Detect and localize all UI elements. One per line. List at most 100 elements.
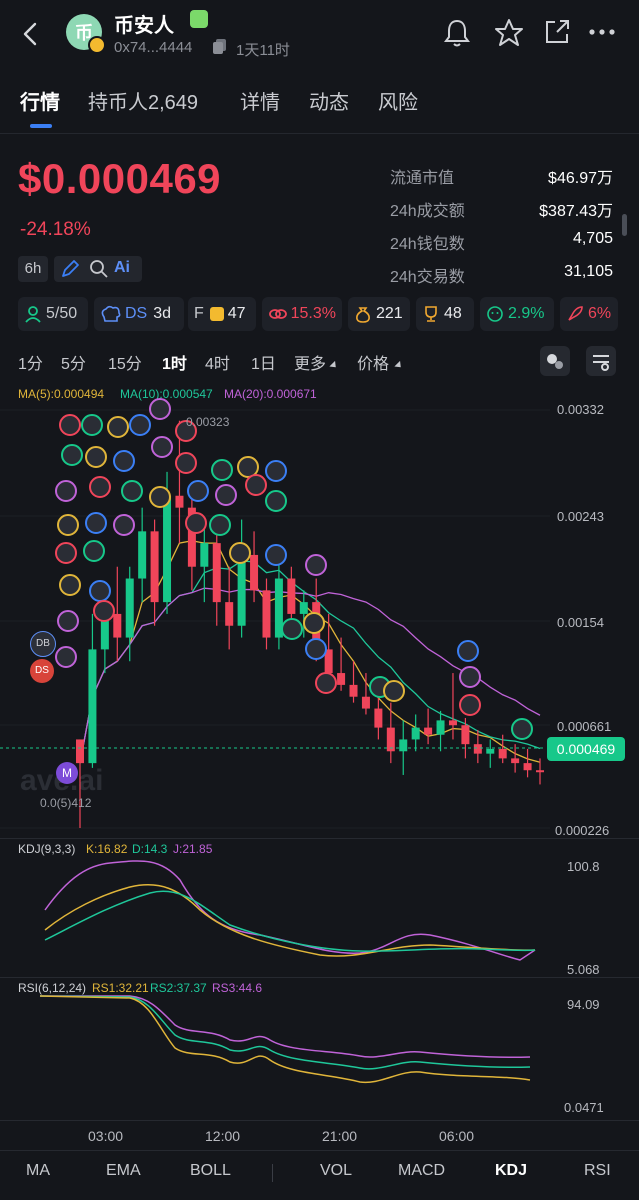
trader-avatar-icon[interactable] bbox=[459, 694, 481, 716]
tf-1m[interactable]: 1分 bbox=[18, 350, 43, 374]
trader-avatar-icon[interactable] bbox=[129, 414, 151, 436]
current-price: $0.000469 bbox=[18, 155, 222, 202]
trader-avatar-icon[interactable] bbox=[459, 666, 481, 688]
trader-avatar-icon[interactable] bbox=[55, 646, 77, 668]
tf-1h[interactable]: 1时 bbox=[162, 350, 187, 374]
trader-avatar-icon[interactable] bbox=[281, 618, 303, 640]
trader-avatar-icon[interactable] bbox=[89, 580, 111, 602]
chip-rocket[interactable]: 6% bbox=[560, 297, 618, 331]
trader-avatar-icon[interactable] bbox=[457, 640, 479, 662]
tf-5m[interactable]: 5分 bbox=[61, 350, 86, 374]
ai-icon[interactable]: Ai bbox=[114, 259, 130, 277]
chip-ds[interactable]: DS 3d bbox=[94, 297, 184, 331]
ind-boll[interactable]: BOLL bbox=[190, 1162, 231, 1180]
trader-avatar-icon[interactable] bbox=[265, 490, 287, 512]
share-icon[interactable] bbox=[543, 18, 571, 46]
trader-avatar-icon[interactable] bbox=[315, 672, 337, 694]
trader-avatar-icon[interactable] bbox=[113, 450, 135, 472]
trader-avatar-icon[interactable] bbox=[229, 542, 251, 564]
chart-settings-button[interactable] bbox=[586, 346, 616, 376]
trader-avatar-icon[interactable] bbox=[149, 486, 171, 508]
candle-body bbox=[374, 708, 383, 728]
star-icon[interactable] bbox=[494, 18, 524, 48]
tab-market[interactable]: 行情 bbox=[20, 86, 60, 115]
trader-avatar-icon[interactable] bbox=[81, 414, 103, 436]
badge-m[interactable]: M bbox=[56, 762, 78, 784]
trader-avatar-icon[interactable] bbox=[211, 459, 233, 481]
chip-sniper[interactable]: 2.9% bbox=[480, 297, 554, 331]
indicator-settings-button[interactable] bbox=[540, 346, 570, 376]
trader-avatar-icon[interactable] bbox=[113, 514, 135, 536]
badge-ds[interactable]: DS bbox=[30, 659, 54, 683]
ind-kdj[interactable]: KDJ bbox=[495, 1162, 527, 1180]
ind-ma[interactable]: MA bbox=[26, 1162, 50, 1180]
trader-avatar-icon[interactable] bbox=[237, 456, 259, 478]
trader-avatar-icon[interactable] bbox=[107, 416, 129, 438]
trader-avatar-icon[interactable] bbox=[245, 474, 267, 496]
chip-coins-value: 221 bbox=[376, 305, 403, 322]
trader-avatar-icon[interactable] bbox=[61, 444, 83, 466]
trader-avatar-icon[interactable] bbox=[59, 574, 81, 596]
trader-avatar-icon[interactable] bbox=[303, 612, 325, 634]
tab-risk[interactable]: 风险 bbox=[378, 86, 418, 115]
tf-price[interactable]: 价格 bbox=[357, 350, 389, 374]
trader-avatar-icon[interactable] bbox=[151, 436, 173, 458]
interval-selector[interactable]: 6h bbox=[18, 256, 48, 282]
time-axis-1: 03:00 bbox=[88, 1128, 124, 1144]
trader-avatar-icon[interactable] bbox=[57, 610, 79, 632]
trader-avatar-icon[interactable] bbox=[383, 680, 405, 702]
tf-4h[interactable]: 4时 bbox=[205, 350, 230, 374]
search-icon[interactable] bbox=[89, 259, 109, 279]
trader-avatar-icon[interactable] bbox=[187, 480, 209, 502]
chip-bundle[interactable]: 15.3% bbox=[262, 297, 342, 331]
price-change: -24.18% bbox=[20, 219, 91, 240]
trader-avatar-icon[interactable] bbox=[55, 542, 77, 564]
price-chart[interactable]: ave.ai 0.00323 0.0(5)412 bbox=[0, 395, 639, 845]
ind-vol[interactable]: VOL bbox=[320, 1162, 352, 1180]
candle-body bbox=[461, 725, 470, 745]
trader-avatar-icon[interactable] bbox=[121, 480, 143, 502]
trader-avatar-icon[interactable] bbox=[185, 512, 207, 534]
pen-icon[interactable] bbox=[60, 259, 80, 279]
copy-icon[interactable] bbox=[212, 38, 228, 56]
trader-avatar-icon[interactable] bbox=[55, 480, 77, 502]
chip-f[interactable]: F 47 bbox=[188, 297, 256, 331]
more-icon[interactable] bbox=[588, 28, 616, 36]
trader-avatar-icon[interactable] bbox=[83, 540, 105, 562]
chip-holders[interactable]: 5/50 bbox=[18, 297, 88, 331]
tab-holders[interactable]: 持币人2,649 bbox=[88, 86, 198, 115]
tab-activity[interactable]: 动态 bbox=[309, 86, 349, 115]
contract-address[interactable]: 0x74...4444 bbox=[114, 39, 192, 56]
bell-icon[interactable] bbox=[443, 18, 471, 48]
tf-1d[interactable]: 1日 bbox=[251, 350, 276, 374]
trader-avatar-icon[interactable] bbox=[89, 476, 111, 498]
candle-body bbox=[138, 531, 147, 579]
low-marker: 0.0(5)412 bbox=[40, 796, 92, 810]
trader-avatar-icon[interactable] bbox=[265, 460, 287, 482]
tf-15m[interactable]: 15分 bbox=[108, 350, 142, 374]
tf-more[interactable]: 更多 bbox=[294, 350, 326, 374]
trader-avatar-icon[interactable] bbox=[85, 512, 107, 534]
trader-avatar-icon[interactable] bbox=[85, 446, 107, 468]
trader-avatar-icon[interactable] bbox=[57, 514, 79, 536]
trader-avatar-icon[interactable] bbox=[265, 544, 287, 566]
ind-ema[interactable]: EMA bbox=[106, 1162, 141, 1180]
kdj-j: J:21.85 bbox=[173, 842, 213, 856]
trader-avatar-icon[interactable] bbox=[93, 600, 115, 622]
trader-avatar-icon[interactable] bbox=[209, 514, 231, 536]
tab-details[interactable]: 详情 bbox=[240, 86, 280, 115]
trader-avatar-icon[interactable] bbox=[175, 452, 197, 474]
trader-avatar-icon[interactable] bbox=[305, 554, 327, 576]
chip-trophy[interactable]: 48 bbox=[416, 297, 474, 331]
ind-macd[interactable]: MACD bbox=[398, 1162, 445, 1180]
trader-avatar-icon[interactable] bbox=[215, 484, 237, 506]
token-name: 币安人 bbox=[114, 15, 174, 37]
back-icon[interactable] bbox=[22, 22, 40, 46]
trader-avatar-icon[interactable] bbox=[511, 718, 533, 740]
badge-db[interactable]: DB bbox=[30, 631, 56, 657]
trader-avatar-icon[interactable] bbox=[305, 638, 327, 660]
chip-coins[interactable]: 221 bbox=[348, 297, 410, 331]
trader-avatar-icon[interactable] bbox=[59, 414, 81, 436]
ind-rsi[interactable]: RSI bbox=[584, 1162, 611, 1180]
trader-avatar-icon[interactable] bbox=[149, 398, 171, 420]
